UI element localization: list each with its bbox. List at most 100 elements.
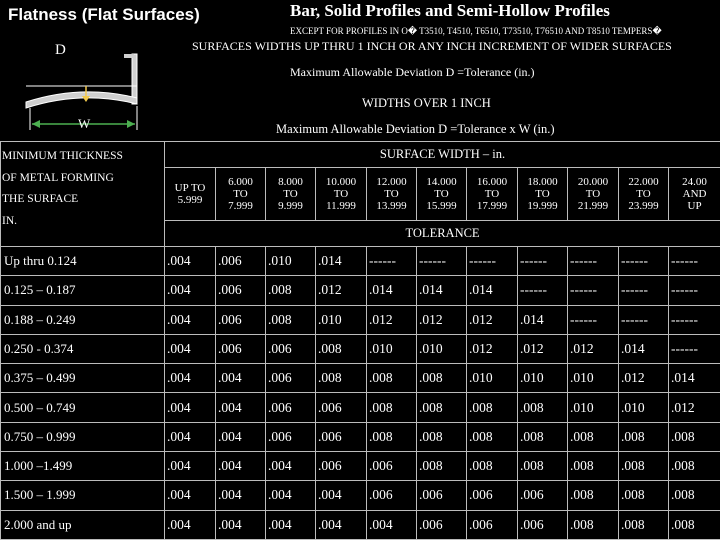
- width-range-line: TO: [283, 188, 298, 200]
- tolerance-cell: .008: [667, 451, 720, 482]
- width-range-line: 9.999: [278, 200, 303, 212]
- tolerance-cell: .012: [416, 304, 467, 335]
- tolerance-cell: .004: [215, 363, 266, 394]
- tolerance-cell: ------: [366, 246, 417, 277]
- tolerance-cell: .004: [215, 480, 266, 511]
- tolerance-cell: .010: [265, 246, 316, 277]
- tolerance-cell: .008: [567, 509, 619, 540]
- width-range-line: 13.999: [376, 200, 407, 212]
- tolerance-cell: .006: [366, 480, 417, 511]
- width-range-line: 10.000: [325, 176, 357, 188]
- tolerance-cell: .010: [315, 304, 367, 335]
- width-range-header: 6.000 TO 7.999: [215, 167, 266, 221]
- tolerance-cell: ------: [618, 246, 669, 277]
- table-row: Up thru 0.124.004.006.010.014 ------ -----…: [0, 246, 720, 277]
- width-range-header: 8.000 TO 9.999: [265, 167, 316, 221]
- table-row: 0.750 – 0.999.004.004.006.006.008.008.00…: [0, 421, 720, 453]
- tolerance-cell: .010: [618, 392, 669, 423]
- width-range-header: UP TO 5.999: [164, 167, 216, 221]
- tolerance-cell: .012: [315, 275, 367, 306]
- width-range-line: 23.999: [628, 200, 659, 212]
- tolerance-cell: .004: [164, 363, 216, 394]
- width-range-line: TO: [535, 188, 550, 200]
- tolerance-cell: .004: [315, 480, 367, 511]
- tolerance-cell: ------: [667, 333, 720, 365]
- width-range-line: 18.000: [527, 176, 558, 188]
- tolerance-cell: ------: [667, 304, 720, 335]
- width-range-header: 14.000 TO 15.999: [416, 167, 467, 221]
- tolerance-cell: .008: [567, 480, 619, 511]
- tolerance-cell: .006: [265, 333, 316, 365]
- tolerance-cell: .004: [215, 421, 266, 453]
- tolerance-cell: .014: [517, 304, 568, 335]
- tolerance-cell: .006: [517, 480, 568, 511]
- thickness-range: 0.125 – 0.187: [0, 275, 165, 306]
- width-range-header: 18.000 TO 19.999: [517, 167, 568, 221]
- width-range-line: 17.999: [476, 200, 508, 212]
- page-subtitle: Bar, Solid Profiles and Semi-Hollow Prof…: [290, 1, 610, 20]
- tolerance-cell: .004: [315, 509, 367, 540]
- tolerance-cell: .012: [466, 304, 518, 335]
- tolerance-cell: .012: [667, 392, 720, 423]
- tolerance-cell: .010: [567, 392, 619, 423]
- tolerance-cell: .004: [265, 480, 316, 511]
- tolerance-cell: .010: [366, 333, 417, 365]
- width-range-header: 16.000 TO 17.999: [466, 167, 518, 221]
- tolerance-cell: .004: [215, 392, 266, 423]
- tolerance-cell: .004: [265, 509, 316, 540]
- tolerance-cell: .004: [366, 509, 417, 540]
- thickness-range: Up thru 0.124: [0, 246, 165, 277]
- table-row: 0.250 - 0.374.004.006.006.008.010.010.01…: [0, 333, 720, 365]
- table-row: 2.000 and up .004.004.004.004.004.006.006…: [0, 509, 720, 540]
- width-range-line: TO: [233, 188, 248, 200]
- width-range-line: 5.999: [177, 194, 203, 206]
- tolerance-cell: .014: [466, 275, 518, 306]
- tolerance-cell: ------: [567, 275, 619, 306]
- tolerance-cell: .006: [315, 421, 367, 453]
- width-range-line: 14.000: [426, 176, 457, 188]
- tolerance-cell: ------: [517, 275, 568, 306]
- tolerance-cell: .004: [164, 333, 216, 365]
- thickness-header-line: THE SURFACE: [2, 193, 79, 205]
- tolerance-cell: .008: [517, 392, 568, 423]
- narrow-deviation-note: Maximum Allowable Deviation D =Tolerance…: [290, 65, 535, 79]
- width-range-line: TO: [434, 188, 449, 200]
- tolerance-cell: .004: [265, 451, 316, 482]
- width-range-line: 16.000: [476, 176, 508, 188]
- tolerance-cell: .006: [215, 333, 266, 365]
- tolerance-cell: .004: [215, 509, 266, 540]
- width-range-header: 12.000 TO 13.999: [366, 167, 417, 221]
- tolerance-cell: .006: [416, 480, 467, 511]
- tolerance-cell: .006: [416, 509, 467, 540]
- width-range-line: TO: [484, 188, 500, 200]
- tolerance-cell: .006: [265, 392, 316, 423]
- tolerance-cell: .012: [567, 333, 619, 365]
- thickness-range: 1.500 – 1.999: [0, 480, 165, 511]
- width-range-header: 22.000 TO 23.999: [618, 167, 669, 221]
- tolerance-cell: .004: [164, 275, 216, 306]
- thickness-header-line: MINIMUM THICKNESS: [2, 150, 123, 162]
- width-range-line: UP: [687, 200, 702, 212]
- tolerance-cell: .004: [164, 392, 216, 423]
- tolerance-cell: .008: [517, 421, 568, 453]
- tolerance-cell: .008: [466, 392, 518, 423]
- tolerance-cell: .010: [466, 363, 518, 394]
- narrow-surface-note: SURFACES WIDTHS UP THRU 1 INCH OR ANY IN…: [192, 39, 672, 53]
- width-range-header: 24.00 AND UP: [667, 167, 720, 221]
- tolerance-cell: .006: [215, 275, 266, 306]
- tolerance-cell: .004: [164, 421, 216, 453]
- tolerance-cell: .006: [466, 509, 518, 540]
- tolerance-cell: .008: [366, 392, 417, 423]
- tolerance-cell: .008: [366, 421, 417, 453]
- tolerance-cell: .008: [667, 480, 720, 511]
- tolerance-cell: .014: [667, 363, 720, 394]
- width-range-line: 21.999: [577, 200, 609, 212]
- tolerance-cell: ------: [517, 246, 568, 277]
- tolerance-cell: ------: [667, 246, 720, 277]
- tolerance-cell: ------: [567, 246, 619, 277]
- tolerance-cell: .004: [164, 480, 216, 511]
- thickness-range: 1.000 –1.499: [0, 451, 165, 482]
- width-range-line: 22.000: [628, 176, 659, 188]
- tolerance-cell: .014: [416, 275, 467, 306]
- tolerance-cell: .008: [416, 363, 467, 394]
